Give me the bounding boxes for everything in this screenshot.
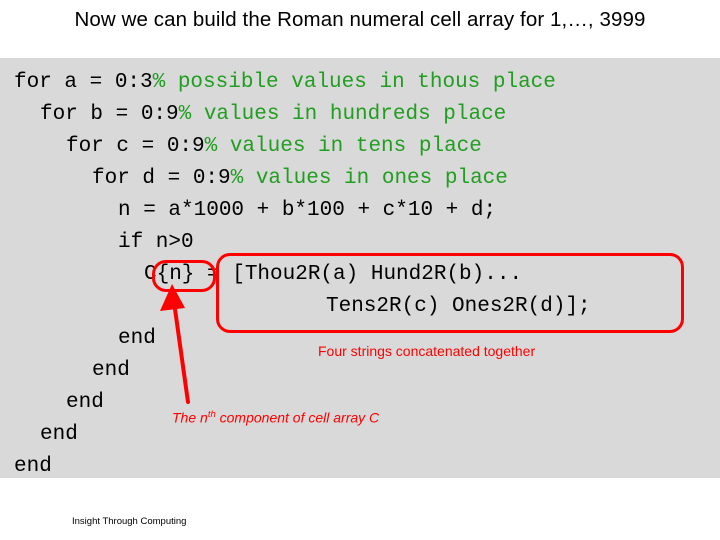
code-comment: % possible values in thous place	[152, 71, 556, 94]
annotation-nth-prefix: The n	[172, 409, 208, 426]
annotation-nth-label: The nth component of cell array C	[172, 409, 379, 426]
annotation-arrow-icon	[160, 284, 190, 404]
code-text: for c = 0:9	[66, 135, 205, 158]
code-text: end	[92, 359, 130, 382]
code-text: end	[14, 455, 52, 478]
code-text: if n>0	[118, 231, 194, 254]
annotation-nth-suffix: component of cell array C	[215, 409, 380, 426]
code-line: end	[66, 392, 104, 413]
code-line: end	[92, 360, 130, 381]
annotation-concat-label: Four strings concatenated together	[318, 343, 536, 359]
code-text: for b = 0:9	[40, 103, 179, 126]
code-text: n = a*1000 + b*100 + c*10 + d;	[118, 199, 497, 222]
code-line: for a = 0:3% possible values in thous pl…	[14, 72, 556, 93]
code-line: end	[14, 456, 52, 477]
code-text: end	[40, 423, 78, 446]
code-comment: % values in tens place	[204, 135, 482, 158]
code-text: end	[66, 391, 104, 414]
slide: Now we can build the Roman numeral cell …	[0, 0, 720, 540]
highlight-box-concatenation	[216, 253, 684, 333]
annotation-nth-superscript: th	[207, 409, 216, 420]
code-text: for a = 0:3	[14, 71, 153, 94]
code-comment: % values in hundreds place	[178, 103, 507, 126]
code-text: for d = 0:9	[92, 167, 231, 190]
code-line: for b = 0:9% values in hundreds place	[40, 104, 506, 125]
code-line: for d = 0:9% values in ones place	[92, 168, 508, 189]
code-comment: % values in ones place	[230, 167, 508, 190]
footer-text: Insight Through Computing	[72, 516, 187, 527]
code-line: if n>0	[118, 232, 194, 253]
code-line: n = a*1000 + b*100 + c*10 + d;	[118, 200, 496, 221]
code-line: end	[40, 424, 78, 445]
code-line: for c = 0:9% values in tens place	[66, 136, 482, 157]
page-title: Now we can build the Roman numeral cell …	[74, 8, 646, 31]
